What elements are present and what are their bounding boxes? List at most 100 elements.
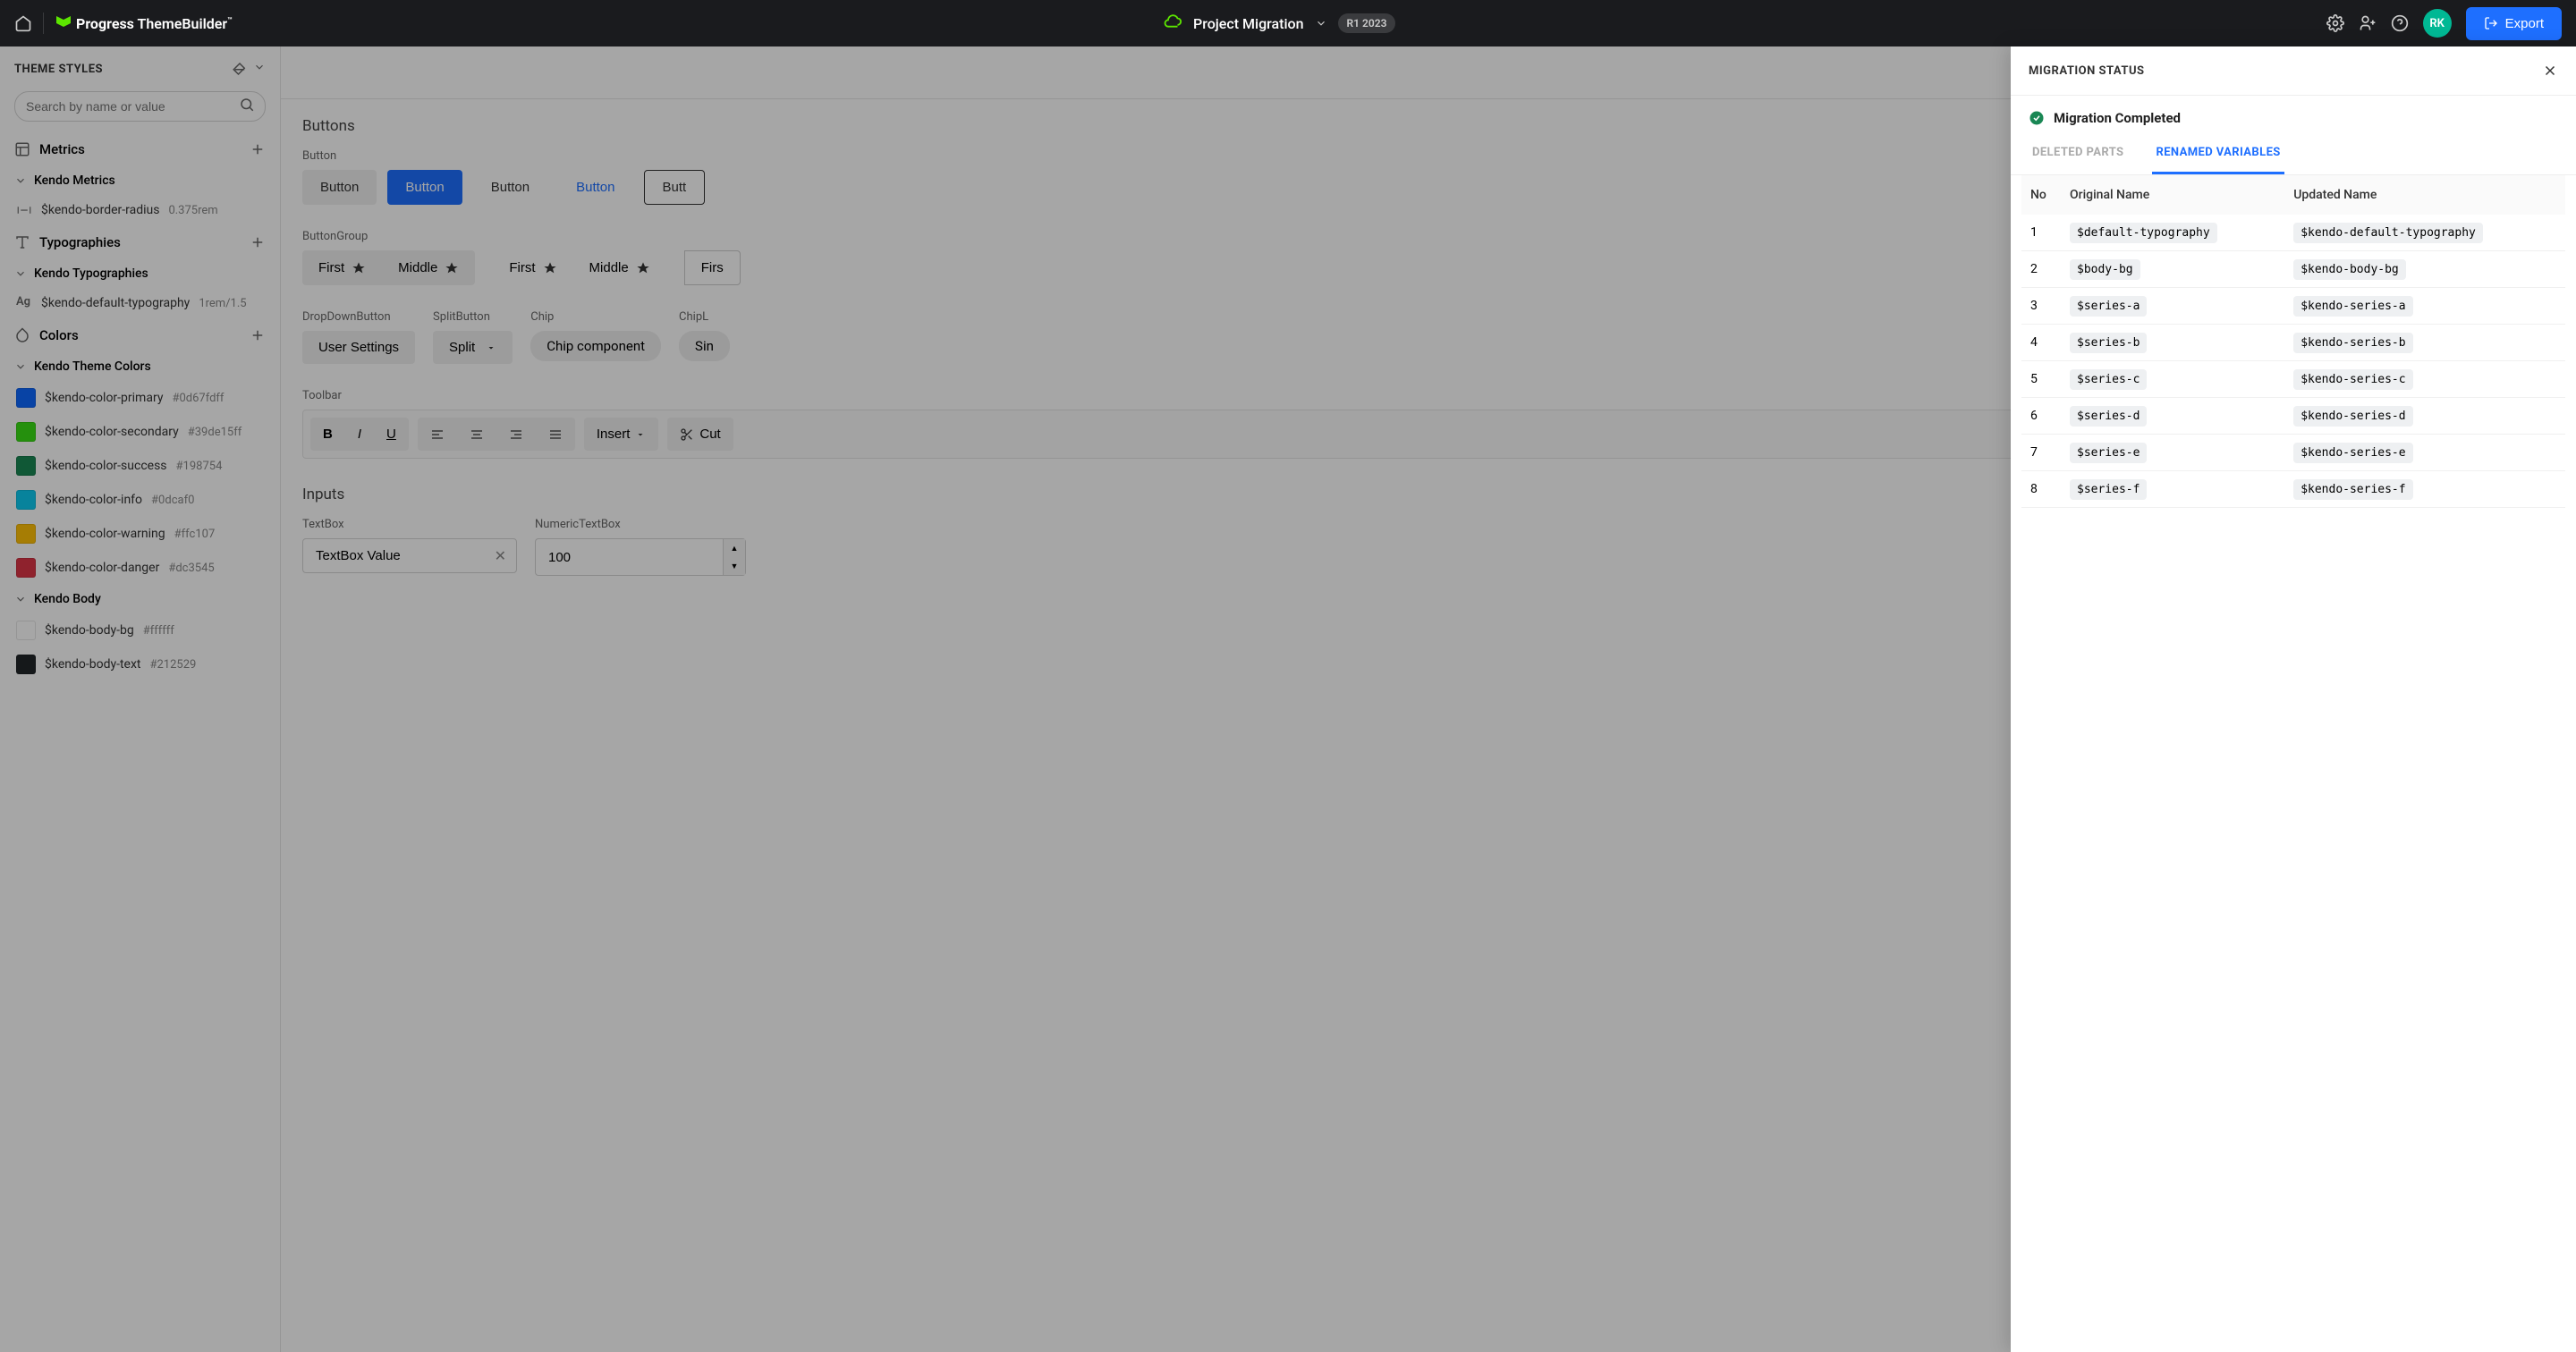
- cell-updated: $kendo-series-f: [2284, 471, 2565, 508]
- add-user-icon[interactable]: [2359, 14, 2377, 32]
- export-button[interactable]: Export: [2466, 7, 2562, 40]
- check-circle-icon: [2029, 110, 2045, 126]
- subsection-kendo-body[interactable]: Kendo Body: [0, 585, 280, 613]
- align-right-button[interactable]: [496, 418, 536, 451]
- bg-first[interactable]: First: [493, 250, 572, 285]
- align-center-button[interactable]: [457, 418, 496, 451]
- color-swatch: [16, 621, 36, 640]
- color-item[interactable]: $kendo-color-info#0dcaf0: [0, 483, 280, 517]
- cell-original: $series-f: [2061, 471, 2284, 508]
- star-icon: [636, 261, 650, 275]
- project-name[interactable]: Project Migration: [1193, 15, 1304, 32]
- section-colors[interactable]: Colors: [0, 318, 280, 352]
- color-item[interactable]: $kendo-body-bg#ffffff: [0, 613, 280, 647]
- item-value: #212529: [150, 658, 197, 672]
- avatar[interactable]: RK: [2423, 9, 2452, 38]
- topbar-right: RK Export: [2326, 7, 2562, 40]
- color-item[interactable]: $kendo-color-primary#0d67fdff: [0, 381, 280, 415]
- item-value: #ffffff: [143, 624, 174, 638]
- typography-icon: [14, 234, 30, 250]
- color-item[interactable]: $kendo-color-danger#dc3545: [0, 551, 280, 585]
- panel-header: MIGRATION STATUS: [2011, 46, 2576, 96]
- align-left-button[interactable]: [418, 418, 457, 451]
- bg-first[interactable]: Firs: [684, 250, 741, 285]
- color-item[interactable]: $kendo-color-success#198754: [0, 449, 280, 483]
- color-item[interactable]: $kendo-color-secondary#39de15ff: [0, 415, 280, 449]
- topbar-left: Progress ThemeBuilder™: [14, 13, 233, 34]
- spinner-down[interactable]: ▼: [724, 557, 745, 575]
- chevron-down-icon: [14, 593, 27, 605]
- main: THEME STYLES Metrics Kendo Metrics $kend…: [0, 46, 2576, 1352]
- plus-icon[interactable]: [250, 234, 266, 250]
- table-row: 4$series-b$kendo-series-b: [2021, 325, 2565, 361]
- home-icon[interactable]: [14, 14, 32, 32]
- migration-panel: MIGRATION STATUS Migration Completed DEL…: [2011, 46, 2576, 1352]
- search-input[interactable]: [14, 91, 266, 122]
- color-item[interactable]: $kendo-body-text#212529: [0, 647, 280, 681]
- topbar: Progress ThemeBuilder™ Project Migration…: [0, 0, 2576, 46]
- chevron-down-icon[interactable]: [253, 61, 266, 77]
- chevron-down-icon[interactable]: [1315, 17, 1327, 30]
- migration-table: No Original Name Updated Name 1$default-…: [2021, 175, 2565, 508]
- cut-button[interactable]: Cut: [667, 418, 733, 451]
- cell-updated: $kendo-series-a: [2284, 288, 2565, 325]
- cell-no: 6: [2021, 398, 2061, 435]
- textbox-input[interactable]: [302, 538, 517, 573]
- button-link[interactable]: Button: [558, 170, 632, 205]
- star-icon: [445, 261, 459, 275]
- underline-button[interactable]: U: [374, 418, 409, 451]
- split-button[interactable]: Split: [433, 331, 513, 364]
- star-icon: [543, 261, 557, 275]
- settings-icon[interactable]: [2326, 14, 2344, 32]
- sidebar-title: THEME STYLES: [14, 63, 103, 76]
- spinner-up[interactable]: ▲: [724, 539, 745, 557]
- table-row: 6$series-d$kendo-series-d: [2021, 398, 2565, 435]
- close-icon[interactable]: [2542, 63, 2558, 79]
- clear-icon[interactable]: ✕: [495, 547, 506, 564]
- item-name: $kendo-border-radius: [41, 203, 159, 217]
- panel-title: MIGRATION STATUS: [2029, 64, 2145, 78]
- help-icon[interactable]: [2391, 14, 2409, 32]
- cell-no: 5: [2021, 361, 2061, 398]
- color-swatch: [16, 422, 36, 442]
- col-updated: Updated Name: [2284, 175, 2565, 215]
- subsection-kendo-metrics[interactable]: Kendo Metrics: [0, 166, 280, 195]
- bold-button[interactable]: B: [310, 418, 345, 451]
- subsection-kendo-theme-colors[interactable]: Kendo Theme Colors: [0, 352, 280, 381]
- plus-icon[interactable]: [250, 141, 266, 157]
- section-typographies[interactable]: Typographies: [0, 225, 280, 259]
- insert-button[interactable]: Insert: [584, 418, 659, 451]
- subsection-kendo-typographies[interactable]: Kendo Typographies: [0, 259, 280, 288]
- button-primary[interactable]: Button: [387, 170, 462, 205]
- button-outline[interactable]: Butt: [644, 170, 706, 205]
- align-left-icon: [430, 427, 445, 442]
- chip[interactable]: Sin: [679, 331, 730, 361]
- item-border-radius[interactable]: $kendo-border-radius 0.375rem: [0, 195, 280, 225]
- plus-icon[interactable]: [250, 327, 266, 343]
- bg-middle[interactable]: Middle: [573, 250, 666, 285]
- sidebar: THEME STYLES Metrics Kendo Metrics $kend…: [0, 46, 281, 1352]
- chip[interactable]: Chip component: [530, 331, 661, 361]
- caret-down-icon: [635, 429, 646, 440]
- section-metrics[interactable]: Metrics: [0, 132, 280, 166]
- tab-deleted-parts[interactable]: DELETED PARTS: [2029, 133, 2127, 174]
- button-default[interactable]: Button: [302, 170, 377, 205]
- align-justify-button[interactable]: [536, 418, 575, 451]
- bg-middle[interactable]: Middle: [382, 250, 475, 285]
- fill-icon[interactable]: [232, 61, 248, 77]
- bg-first[interactable]: First: [302, 250, 382, 285]
- cell-original: $series-b: [2061, 325, 2284, 361]
- dropdown-button[interactable]: User Settings: [302, 331, 415, 364]
- sidebar-header: THEME STYLES: [0, 46, 280, 91]
- item-value: #dc3545: [168, 562, 214, 575]
- item-default-typography[interactable]: Ag $kendo-default-typography 1rem/1.5: [0, 288, 280, 318]
- numeric-input[interactable]: [535, 538, 723, 576]
- col-no: No: [2021, 175, 2061, 215]
- cell-updated: $kendo-series-e: [2284, 435, 2565, 471]
- button-flat[interactable]: Button: [473, 170, 547, 205]
- color-item[interactable]: $kendo-color-warning#ffc107: [0, 517, 280, 551]
- item-name: $kendo-color-primary: [45, 391, 163, 405]
- color-swatch: [16, 558, 36, 578]
- italic-button[interactable]: I: [345, 418, 374, 451]
- tab-renamed-variables[interactable]: RENAMED VARIABLES: [2152, 133, 2284, 174]
